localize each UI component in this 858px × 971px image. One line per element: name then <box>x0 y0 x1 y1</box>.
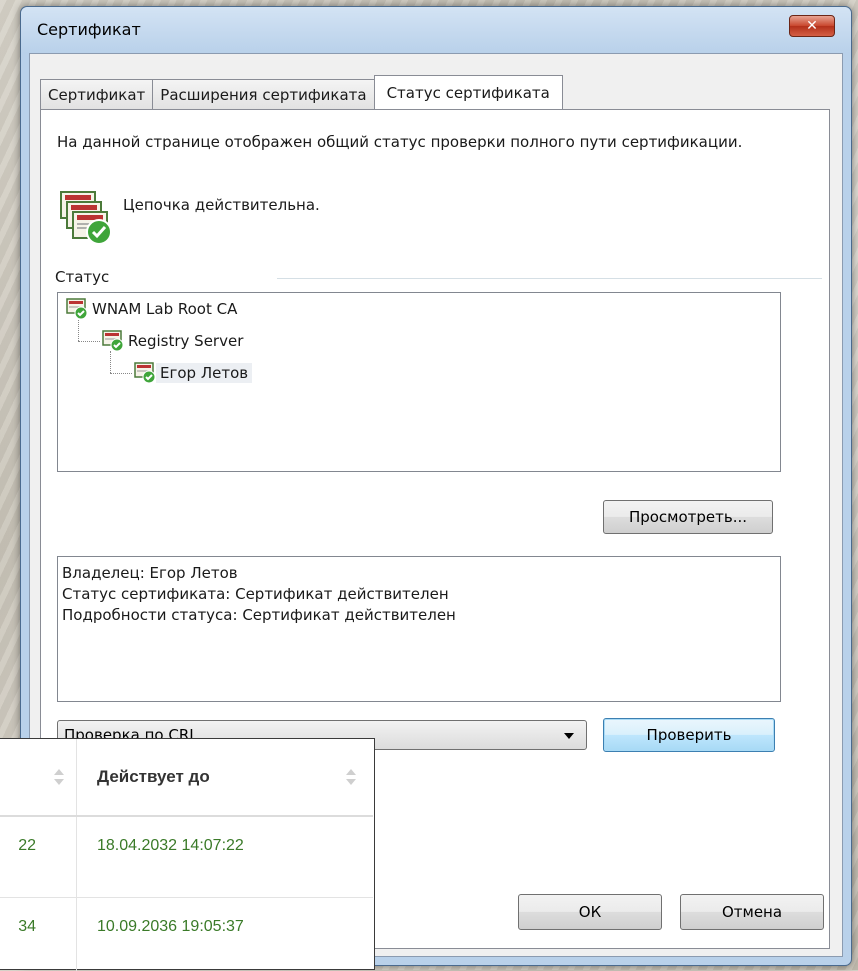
chain-status-text: Цепочка действительна. <box>123 196 320 214</box>
tab-label: Расширения сертификата <box>160 85 367 104</box>
table-row: 22 18.04.2032 14:07:22 <box>0 817 373 898</box>
certification-path-tree[interactable]: WNAM Lab Root CA Registry Server Егор Ле… <box>57 292 781 472</box>
certificate-valid-icon <box>102 330 124 352</box>
tree-connector <box>110 351 111 373</box>
tab-certification-path[interactable]: Статус сертификата <box>373 75 563 109</box>
valid-until-cell: 10.09.2036 19:05:37 <box>97 918 244 935</box>
title-bar[interactable]: Сертификат ✕ <box>21 7 851 53</box>
view-certificate-button[interactable]: Просмотреть... <box>603 500 773 534</box>
verify-button[interactable]: Проверить <box>603 718 775 752</box>
cell-value: 34 <box>18 918 36 935</box>
certificate-chain-valid-icon <box>60 191 112 245</box>
tree-node-label: Егор Летов <box>156 363 253 383</box>
tree-node-leaf[interactable]: Егор Летов <box>134 361 253 385</box>
column-header-cut[interactable] <box>0 739 77 815</box>
tab-general[interactable]: Сертификат <box>40 79 154 109</box>
sort-icon[interactable] <box>54 769 64 785</box>
status-details-box[interactable]: Владелец: Егор Летов Статус сертификата:… <box>57 556 781 702</box>
tab-bar: Сертификат Расширения сертификата Статус… <box>40 75 563 109</box>
close-icon: ✕ <box>806 18 818 34</box>
tree-connector <box>78 341 100 342</box>
ok-button[interactable]: ОК <box>518 894 662 930</box>
details-status-info: Подробности статуса: Сертификат действит… <box>62 606 456 624</box>
tree-connector <box>110 373 132 374</box>
table-cell: 34 <box>0 898 77 971</box>
tab-label: Сертификат <box>48 85 146 104</box>
column-header-valid-until[interactable]: Действует до <box>97 767 210 787</box>
valid-until-cell: 18.04.2032 14:07:22 <box>97 837 244 854</box>
tree-node-label: Registry Server <box>128 332 244 350</box>
table-row: 34 10.09.2036 19:05:37 <box>0 898 373 971</box>
dialog-title: Сертификат <box>37 20 141 39</box>
cell-value: 22 <box>18 837 36 854</box>
chevron-down-icon <box>564 733 574 739</box>
cancel-button[interactable]: Отмена <box>680 894 824 930</box>
tab-label: Статус сертификата <box>386 83 550 102</box>
tab-details[interactable]: Расширения сертификата <box>152 79 375 109</box>
details-owner: Владелец: Егор Летов <box>62 564 238 582</box>
certificate-valid-icon <box>66 298 88 320</box>
tree-node-label: WNAM Lab Root CA <box>92 300 238 318</box>
certificate-valid-icon <box>134 362 156 384</box>
sort-icon[interactable] <box>346 769 356 785</box>
group-divider <box>277 278 822 279</box>
tree-node-intermediate[interactable]: Registry Server <box>102 329 247 353</box>
status-description: На данной странице отображен общий стату… <box>57 133 743 151</box>
status-group-label: Статус <box>55 268 110 286</box>
table-cell: 22 <box>0 817 77 897</box>
certificates-table-fragment: Действует до 22 18.04.2032 14:07:22 34 1… <box>0 738 375 971</box>
details-certificate-status: Статус сертификата: Сертификат действите… <box>62 585 449 603</box>
tree-node-root[interactable]: WNAM Lab Root CA <box>66 297 241 321</box>
close-button[interactable]: ✕ <box>789 15 835 37</box>
table-header: Действует до <box>0 739 373 817</box>
